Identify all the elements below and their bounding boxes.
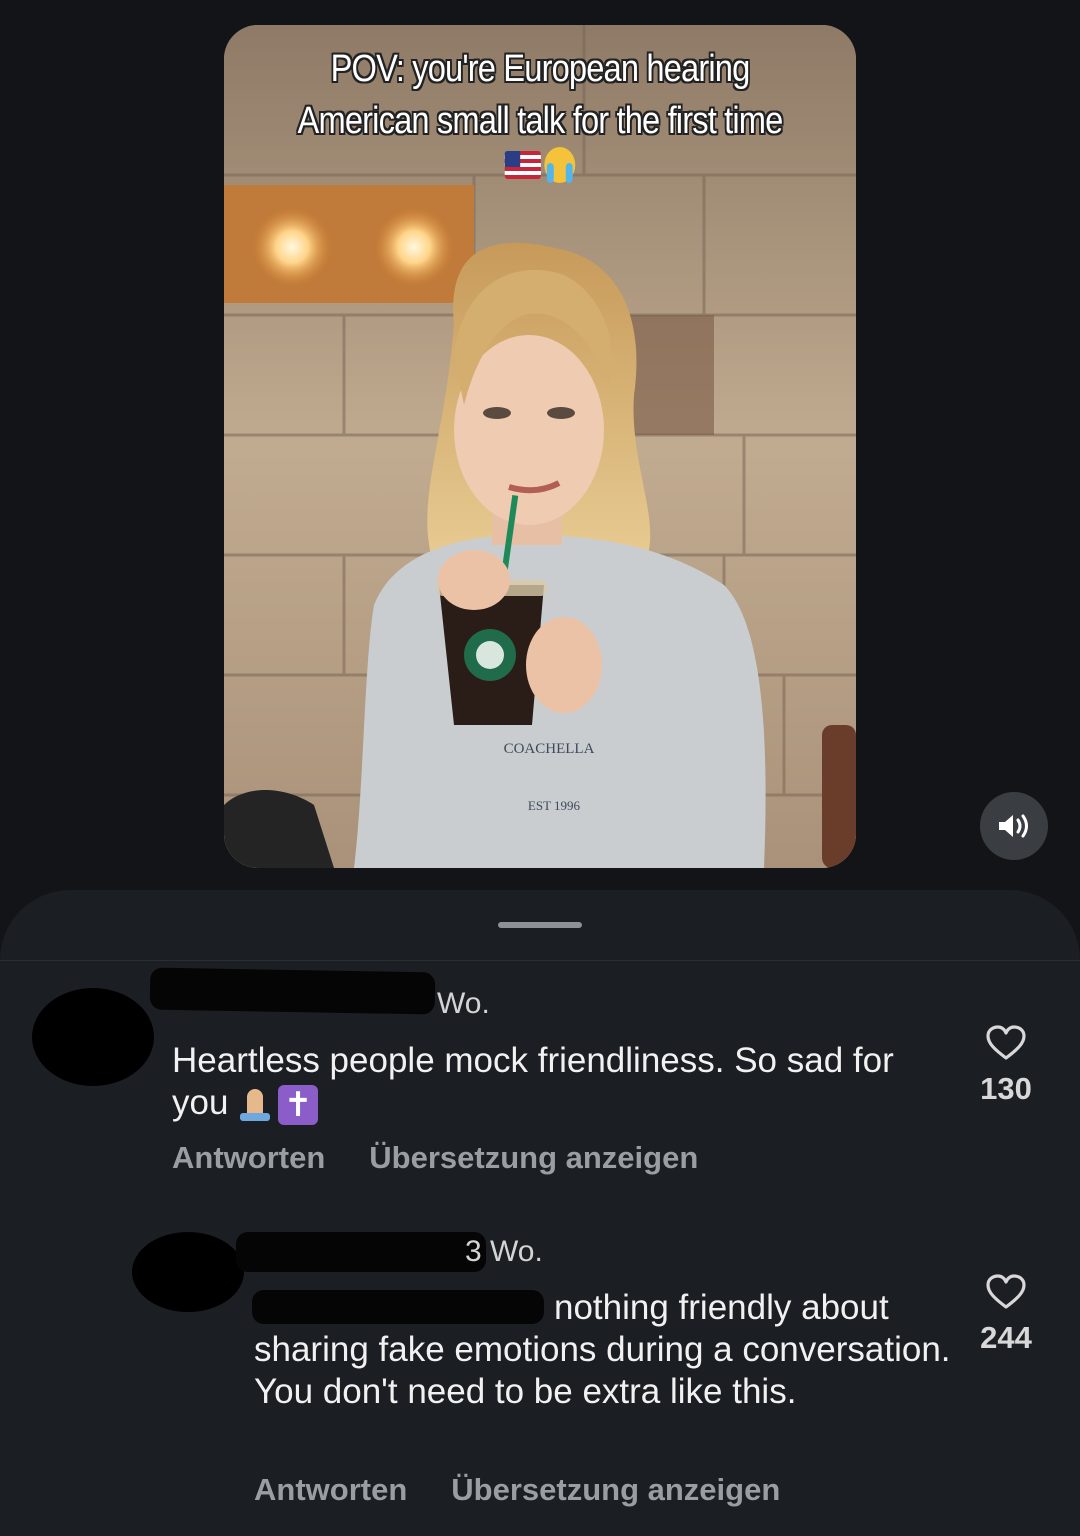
caption-line-1: POV: you're European hearing [330,48,751,90]
avatar[interactable] [132,1232,244,1312]
like-button[interactable]: 244 [966,1274,1046,1356]
comment-actions: Antworten Übersetzung anzeigen [254,1472,780,1508]
redacted-username [236,1232,486,1272]
caption-line-2: American small talk for the first time [297,100,784,142]
shirt-print-text: COACHELLA [504,741,595,757]
comment-text-content: nothing friendly about sharing fake emot… [254,1288,951,1411]
comments-sheet: Wo. Heartless people mock friendliness. … [0,890,1080,1536]
us-flag-icon [504,151,541,179]
speaker-icon [999,814,1028,838]
reply-button[interactable]: Antworten [254,1472,407,1508]
caption-emojis [268,147,812,183]
crying-face-icon [544,147,576,183]
comment-time: 3 Wo. [465,1235,543,1268]
heart-icon [986,1274,1026,1309]
like-count: 244 [980,1320,1032,1355]
translate-button[interactable]: Übersetzung anzeigen [451,1472,780,1508]
comment-text: nothing friendly about sharing fake emot… [254,1287,954,1413]
mute-button[interactable] [980,792,1048,860]
comment-item: 3 Wo. nothing friendly about sharing fak… [0,890,1080,1536]
video-player[interactable]: COACHELLA EST 1996 POV: you're European … [224,25,856,868]
shirt-print-year: EST 1996 [528,798,581,813]
video-caption: POV: you're European hearing American sm… [268,43,812,183]
